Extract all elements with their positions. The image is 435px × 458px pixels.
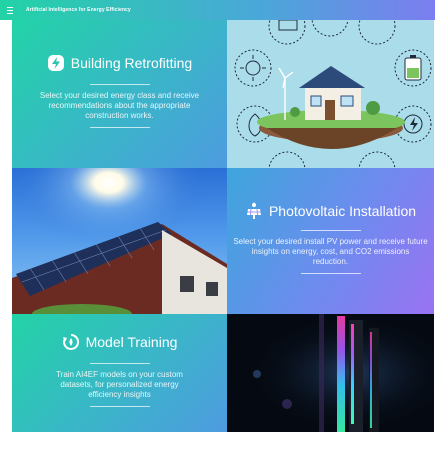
card-description: Train AI4EF models on your custom datase… [56, 370, 183, 399]
model-training-card[interactable]: Model Training Train AI4EF models on you… [12, 314, 227, 432]
page: Artificial Intelligence for Energy Effic… [0, 0, 435, 458]
card-title: Model Training [85, 334, 178, 350]
card-title: Photovoltaic Installation [268, 203, 417, 219]
bolt-icon [47, 55, 64, 71]
eco-house-image [227, 20, 434, 168]
solar-panel-icon [246, 202, 261, 219]
title-divider [300, 230, 361, 231]
title-divider [89, 363, 150, 364]
solar-roof-photo [12, 168, 227, 314]
card-title-row: Model Training [62, 333, 178, 351]
solar-roof-image [12, 168, 227, 314]
card-description: Select your desired install PV power and… [233, 237, 428, 266]
training-icon [62, 333, 79, 350]
top-app-bar: Artificial Intelligence for Energy Effic… [0, 0, 435, 20]
card-title-row: Photovoltaic Installation [245, 202, 416, 220]
photovoltaic-installation-card[interactable]: Photovoltaic Installation Select your de… [227, 168, 434, 314]
rgb-hardware-image [227, 314, 434, 432]
card-title-row: Building Retrofitting [47, 54, 192, 72]
description-divider [89, 127, 150, 128]
card-title: Building Retrofitting [70, 55, 193, 71]
battery-icon [404, 55, 422, 81]
hamburger-menu-icon [7, 6, 13, 15]
card-description: Select your desired energy class and rec… [39, 91, 200, 120]
rgb-hardware-photo [227, 314, 434, 432]
app-title: Artificial Intelligence for Energy Effic… [26, 7, 131, 13]
eco-house-illustration [227, 20, 434, 168]
description-divider [89, 406, 150, 407]
hamburger-menu-button[interactable] [0, 0, 20, 20]
description-divider [300, 273, 361, 274]
title-divider [89, 84, 150, 85]
building-retrofitting-card[interactable]: Building Retrofitting Select your desire… [12, 20, 227, 168]
